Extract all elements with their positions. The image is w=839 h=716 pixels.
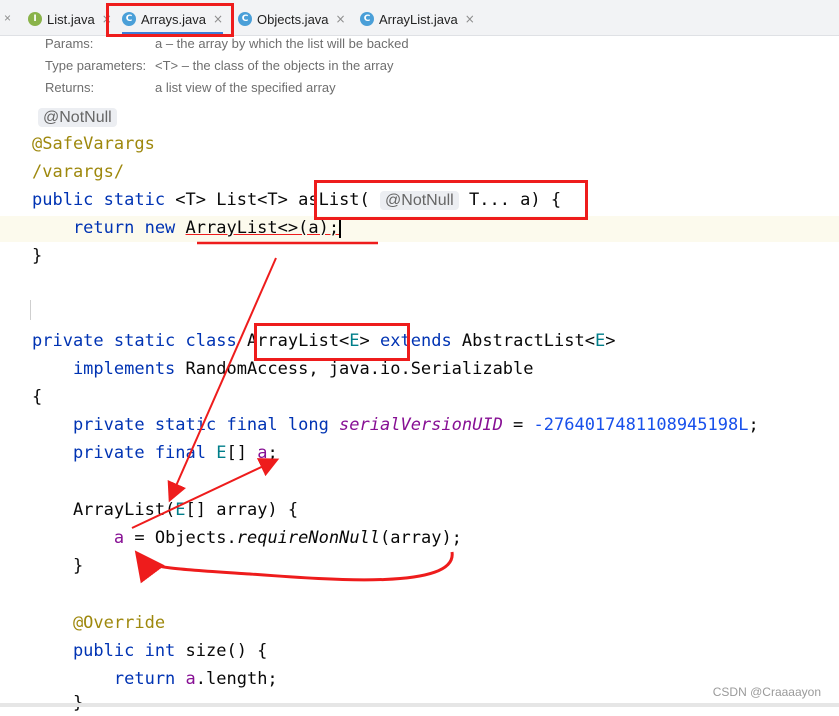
arrow-to-constructor: [167, 257, 277, 503]
watermark: CSDN @Craaaayon: [712, 685, 821, 699]
annotation-arrows: [131, 241, 454, 584]
arrow-to-field: [131, 458, 280, 529]
bottom-scrollbar[interactable]: [0, 703, 839, 707]
arrow-curve-assign: [134, 550, 454, 584]
